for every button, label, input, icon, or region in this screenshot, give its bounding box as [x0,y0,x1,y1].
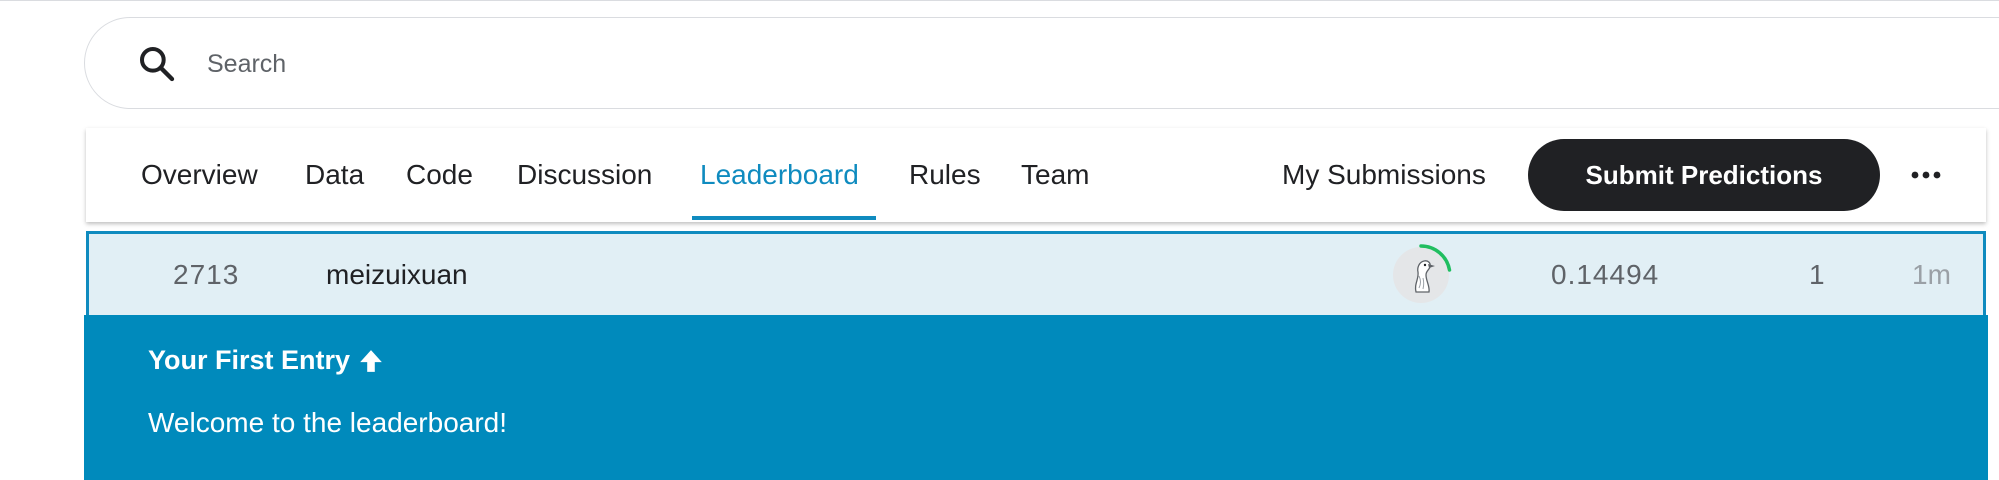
search-icon [140,47,175,82]
search-bar[interactable] [84,17,1999,109]
last-submission-cell: 1m [1912,259,1951,290]
active-tab-indicator [692,216,876,220]
first-entry-banner: Your First Entry Welcome to the leaderbo… [84,315,1988,480]
banner-message: Welcome to the leaderboard! [148,407,508,438]
tab-team[interactable]: Team [1021,128,1089,222]
banner-title: Your First Entry [148,345,384,376]
search-input[interactable] [205,40,1409,88]
up-arrow-icon [360,349,382,372]
tab-rules[interactable]: Rules [909,128,981,222]
banner-title-text: Your First Entry [148,345,351,375]
leaderboard-row[interactable]: 2713 meizuixuan 0.14494 1 1m [86,231,1986,315]
tab-overview[interactable]: Overview [141,128,258,222]
entries-cell: 1 [1809,259,1825,290]
tab-code[interactable]: Code [406,128,473,222]
score-cell: 0.14494 [1551,259,1660,290]
submit-predictions-button[interactable]: Submit Predictions [1528,139,1880,211]
tab-data[interactable]: Data [305,128,364,222]
more-horizontal-icon[interactable] [1909,161,1943,189]
rank-cell: 2713 [173,259,240,290]
top-divider [0,0,1999,1]
tab-leaderboard[interactable]: Leaderboard [700,128,859,222]
team-name[interactable]: meizuixuan [326,234,468,315]
goose-avatar[interactable] [1388,242,1454,308]
tab-discussion[interactable]: Discussion [517,128,652,222]
competition-tab-bar: Overview Data Code Discussion Leaderboar… [86,128,1986,222]
my-submissions-link[interactable]: My Submissions [1282,128,1486,222]
